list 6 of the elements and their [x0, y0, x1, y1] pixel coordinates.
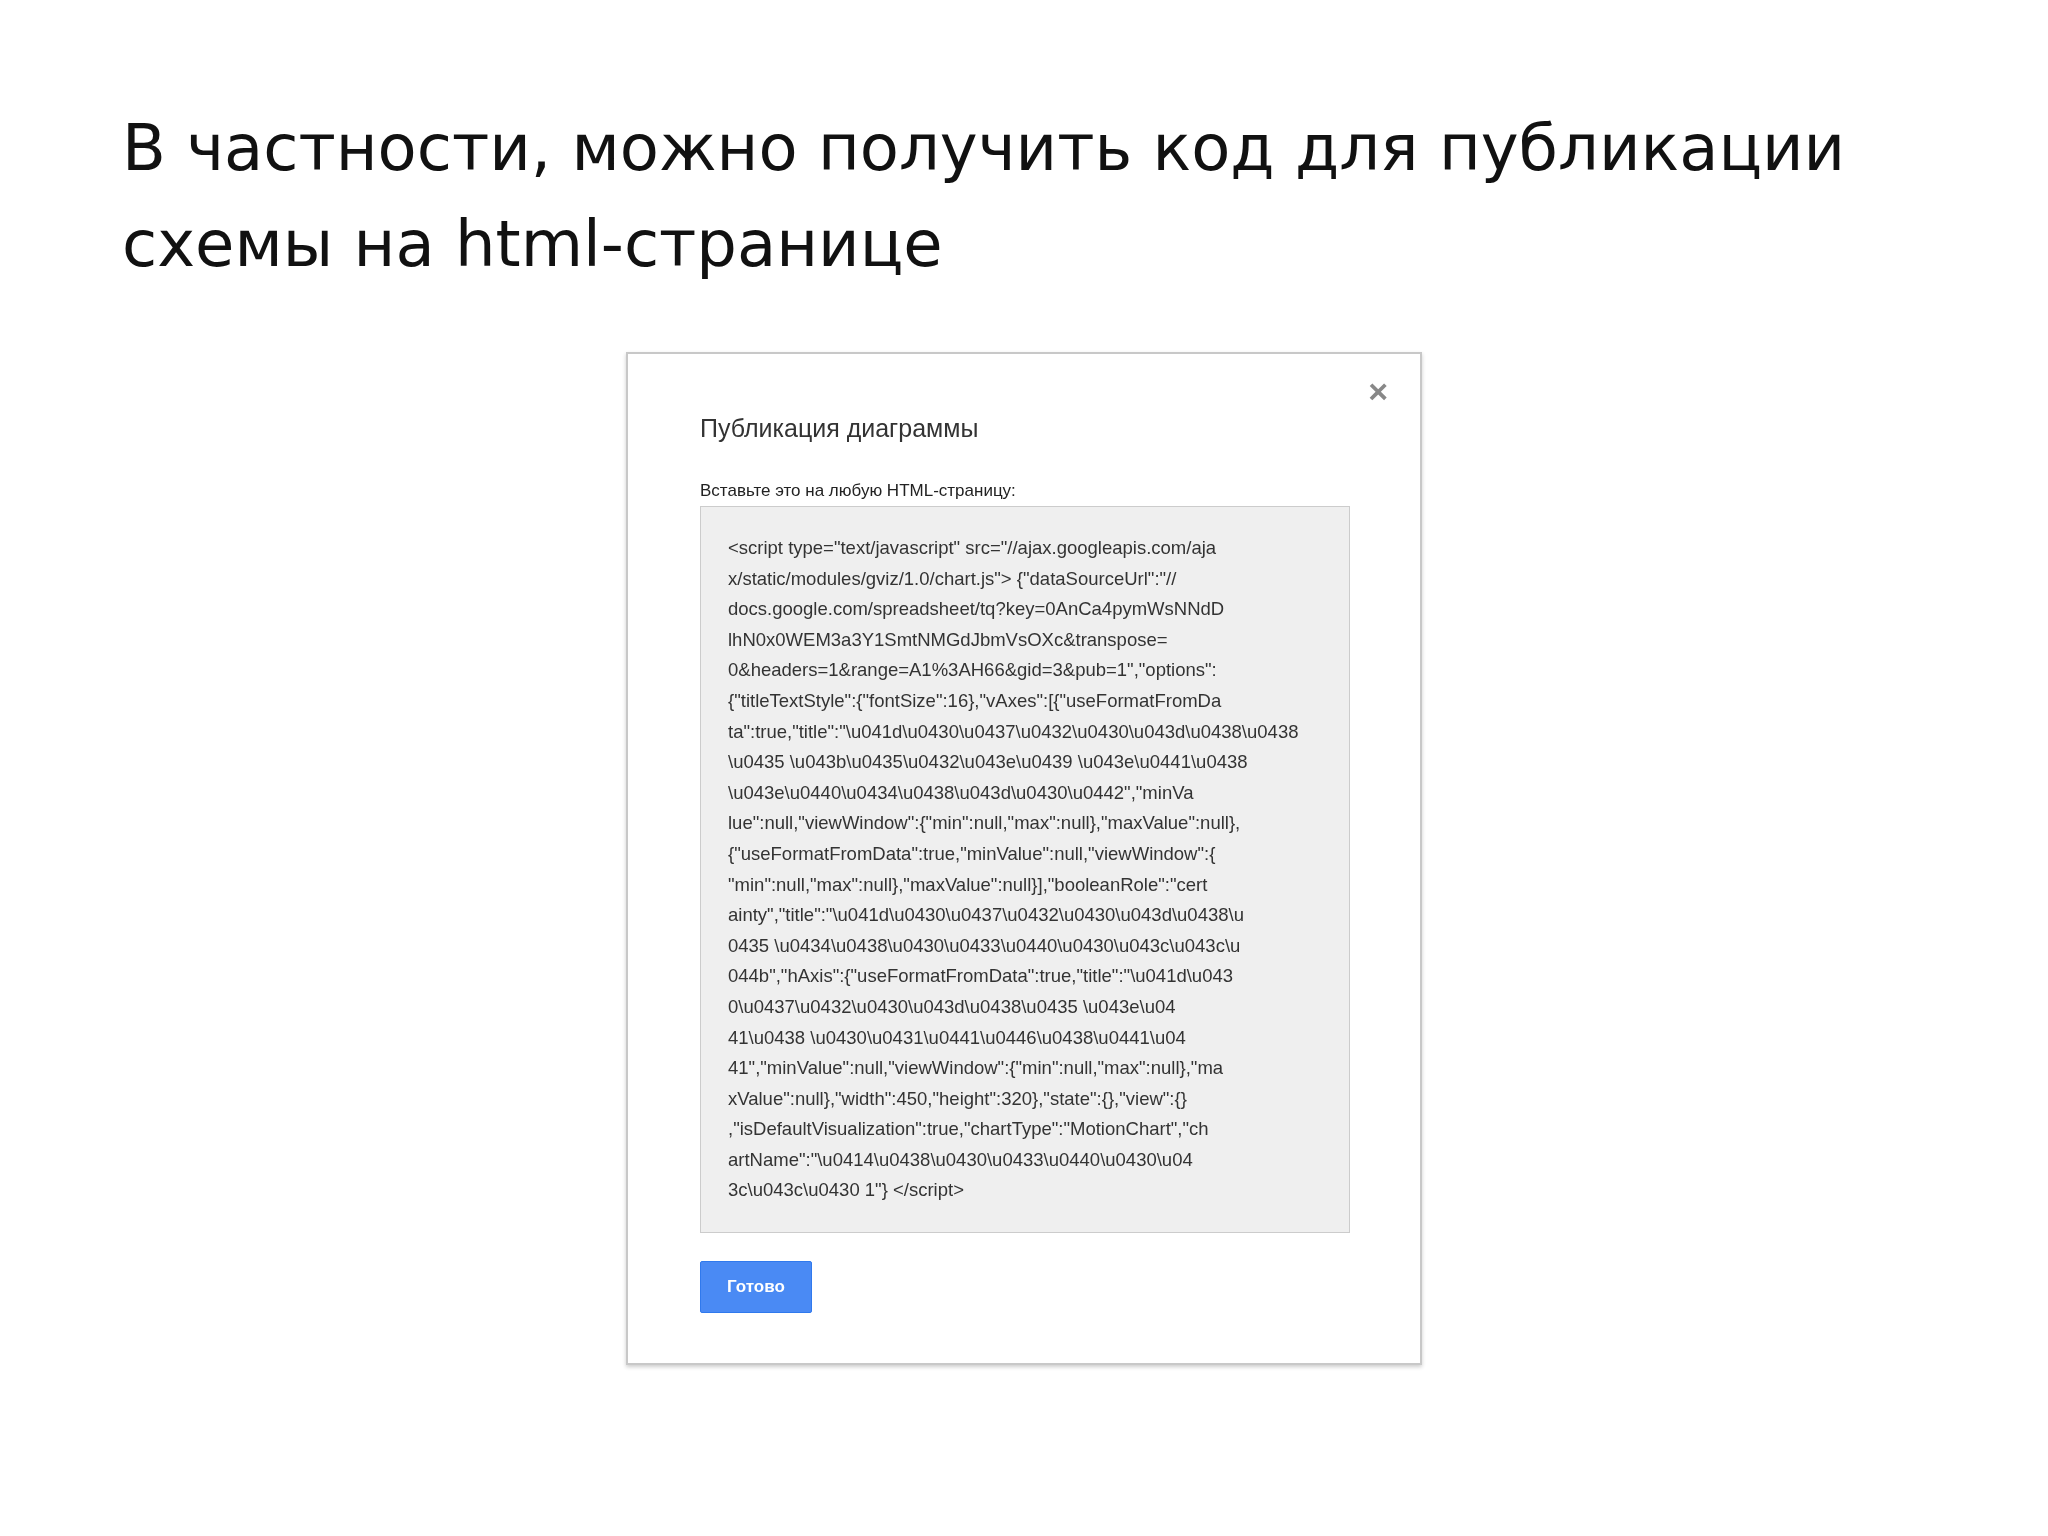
slide-title: В частности, можно получить код для публикации схемы на html-странице: [122, 110, 1847, 283]
embed-code-field[interactable]: <script type="text/javascript" src="//ajax.googleapis.com/aja x/static/modules/gviz/1.0/chart.js"> {"dataSourceUrl":"// docs.google.com/spreadsheet/tq?key=0AnCa4pymWsNNdD lhN0x0WEM3a3Y1SmtNMGdJbmVsOXc&transpose= 0&headers=1&range=A1%3AH66&gid=3&pub=1","options": {"titleTextStyle":{"fontSize":16},"vAxes":[{"useFormatFromDa ta":true,"title":"\u041d\u0430\u0437\u0432\u0430\u043d\u0438\u0438 \u0435 \u043b\u0435\u0432\u043e\u0439 \u043e\u0441\u0438 \u043e\u0440\u0434\u0438\u043d\u0430\u0442","minVa lue":null,"viewWindow":{"min":null,"max":null},"maxValue":null}, {"useFormatFromData":true,"minValue":null,"viewWindow":{ "min":null,"max":null},"maxValue":null}],"booleanRole":"cert ainty","title":"\u041d\u0430\u0437\u0432\u0430\u043d\u0438\u 0435 \u0434\u0438\u0430\u0433\u0440\u0430\u043c\u043c\u 044b","hAxis":{"useFormatFromData":true,"title":"\u041d\u043 0\u0437\u0432\u0430\u043d\u0438\u0435 \u043e\u04 41\u0438 \u0430\u0431\u0441\u0446\u0438\u0441\u04 41","minValue":null,"viewWindow":{"min":null,"max":null},"ma xValue":null},"width":450,"height":320},"state":{},"view":{} ,"isDefaultVisualization":true,"chartType":"MotionChart","ch artName":"\u0414\u0438\u0430\u0433\u0440\u0430\u04 3c\u043c\u0430 1"} </script>: [700, 506, 1350, 1234]
close-button[interactable]: ×: [1368, 376, 1388, 406]
dialog-title: Публикация диаграммы: [700, 413, 980, 444]
done-button[interactable]: Готово: [700, 1261, 812, 1313]
embed-instruction: Вставьте это на любую HTML-страницу:: [700, 479, 1017, 502]
